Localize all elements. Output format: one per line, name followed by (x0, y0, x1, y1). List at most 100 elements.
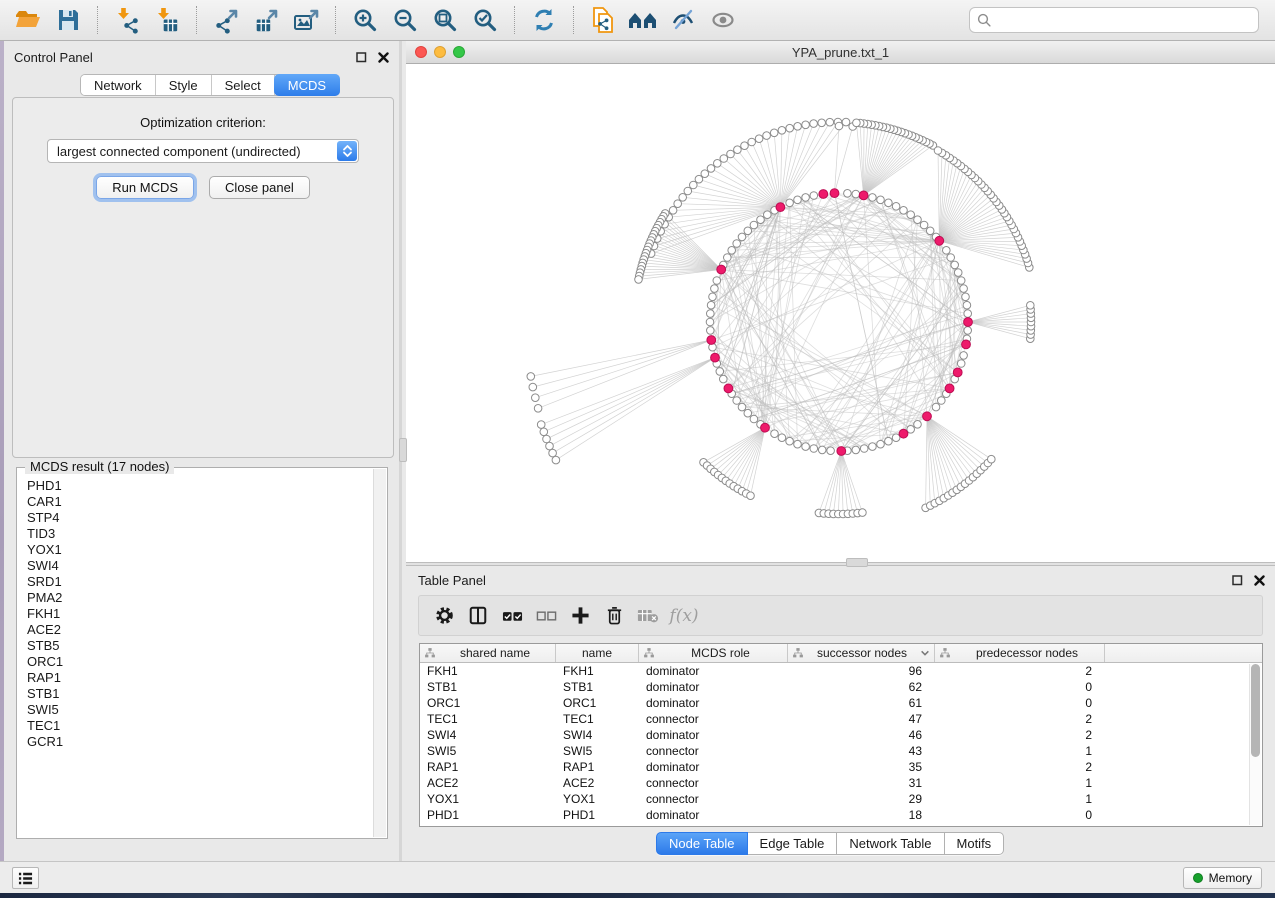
cell-shared_name[interactable]: FKH1 (420, 664, 556, 678)
network-leaf-node[interactable] (684, 187, 692, 195)
network-node[interactable] (810, 445, 818, 453)
network-node[interactable] (778, 434, 786, 442)
network-leaf-node[interactable] (778, 127, 786, 135)
cell-predecessor_nodes[interactable]: 2 (935, 712, 1105, 726)
network-leaf-node[interactable] (727, 150, 735, 158)
network-node[interactable] (960, 352, 968, 360)
network-leaf-node[interactable] (543, 435, 551, 443)
network-node[interactable] (771, 430, 779, 438)
network-node[interactable] (750, 415, 758, 423)
column-header[interactable]: successor nodes (788, 644, 935, 662)
mcds-result-item[interactable]: STB1 (27, 686, 372, 702)
mcds-result-item[interactable]: SWI4 (27, 558, 372, 574)
network-node[interactable] (892, 203, 900, 211)
network-leaf-node[interactable] (549, 449, 557, 457)
network-leaf-node[interactable] (635, 276, 643, 284)
network-leaf-node[interactable] (794, 123, 802, 131)
network-node[interactable] (818, 446, 826, 454)
plus-button[interactable] (565, 599, 595, 633)
mcds-result-item[interactable]: STB5 (27, 638, 372, 654)
mcds-result-item[interactable]: STP4 (27, 510, 372, 526)
network-hub-node[interactable] (953, 368, 962, 377)
cell-successor_nodes[interactable]: 62 (788, 680, 935, 694)
cell-mcds_role[interactable]: connector (639, 776, 788, 790)
network-node[interactable] (794, 196, 802, 204)
network-hub-node[interactable] (830, 189, 839, 198)
cell-predecessor_nodes[interactable]: 2 (935, 664, 1105, 678)
mcds-result-item[interactable]: TID3 (27, 526, 372, 542)
cell-successor_nodes[interactable]: 47 (788, 712, 935, 726)
network-leaf-node[interactable] (755, 135, 763, 143)
cell-mcds_role[interactable]: connector (639, 792, 788, 806)
network-leaf-node[interactable] (720, 155, 728, 163)
cell-predecessor_nodes[interactable]: 0 (935, 808, 1105, 822)
network-node[interactable] (914, 216, 922, 224)
network-node[interactable] (885, 199, 893, 207)
zoom-out-button[interactable] (387, 3, 423, 37)
network-node[interactable] (707, 301, 715, 309)
cell-shared_name[interactable]: PHD1 (420, 808, 556, 822)
network-node[interactable] (728, 247, 736, 255)
mcds-result-item[interactable]: SWI5 (27, 702, 372, 718)
network-hub-node[interactable] (935, 236, 944, 245)
column-header[interactable]: name (556, 644, 639, 662)
run-mcds-button[interactable]: Run MCDS (96, 176, 194, 199)
network-hub-node[interactable] (859, 191, 868, 200)
network-node[interactable] (960, 285, 968, 293)
network-hub-node[interactable] (711, 353, 720, 362)
network-leaf-node[interactable] (826, 118, 834, 126)
network-leaf-node[interactable] (988, 455, 996, 463)
close-panel-button[interactable]: Close panel (209, 176, 310, 199)
cell-mcds_role[interactable]: dominator (639, 664, 788, 678)
network-leaf-node[interactable] (934, 147, 942, 155)
task-history-button[interactable] (12, 867, 39, 889)
network-leaf-node[interactable] (527, 373, 535, 381)
network-leaf-node[interactable] (707, 165, 715, 173)
column-header[interactable]: shared name (420, 644, 556, 662)
network-leaf-node[interactable] (540, 428, 548, 436)
network-hub-node[interactable] (717, 265, 726, 274)
network-node[interactable] (706, 318, 714, 326)
network-leaf-node[interactable] (714, 160, 722, 168)
refresh-button[interactable] (526, 3, 562, 37)
network-hub-node[interactable] (962, 340, 971, 349)
cell-name[interactable]: RAP1 (556, 760, 639, 774)
mcds-result-item[interactable]: PMA2 (27, 590, 372, 606)
network-leaf-node[interactable] (842, 118, 850, 126)
export-network-button[interactable] (208, 3, 244, 37)
cell-shared_name[interactable]: RAP1 (420, 760, 556, 774)
mcds-result-item[interactable]: SRD1 (27, 574, 372, 590)
cell-predecessor_nodes[interactable]: 1 (935, 744, 1105, 758)
network-hub-node[interactable] (945, 384, 954, 393)
network-node[interactable] (943, 247, 951, 255)
float-panel-icon[interactable] (1232, 575, 1243, 586)
network-node[interactable] (920, 221, 928, 229)
network-leaf-node[interactable] (770, 129, 778, 137)
mcds-result-item[interactable]: TEC1 (27, 718, 372, 734)
mcds-result-item[interactable]: CAR1 (27, 494, 372, 510)
cell-shared_name[interactable]: TEC1 (420, 712, 556, 726)
cell-name[interactable]: ORC1 (556, 696, 639, 710)
network-leaf-node[interactable] (690, 181, 698, 189)
cell-predecessor_nodes[interactable]: 0 (935, 680, 1105, 694)
network-node[interactable] (786, 437, 794, 445)
network-node[interactable] (926, 227, 934, 235)
cell-name[interactable]: SWI4 (556, 728, 639, 742)
network-leaf-node[interactable] (853, 119, 861, 127)
network-hub-node[interactable] (923, 412, 932, 421)
cell-name[interactable]: PHD1 (556, 808, 639, 822)
cell-shared_name[interactable]: ACE2 (420, 776, 556, 790)
network-node[interactable] (713, 277, 721, 285)
network-node[interactable] (869, 194, 877, 202)
network-node[interactable] (733, 397, 741, 405)
close-panel-icon[interactable] (1254, 575, 1265, 586)
network-node[interactable] (964, 310, 972, 318)
window-minimize-icon[interactable] (434, 46, 446, 58)
import-network-button[interactable] (109, 3, 145, 37)
search-field[interactable] (969, 7, 1259, 33)
tab-edge-table[interactable]: Edge Table (748, 832, 838, 855)
tab-motifs[interactable]: Motifs (945, 832, 1005, 855)
network-node[interactable] (957, 360, 965, 368)
zoom-in-button[interactable] (347, 3, 383, 37)
close-panel-icon[interactable] (378, 52, 389, 63)
